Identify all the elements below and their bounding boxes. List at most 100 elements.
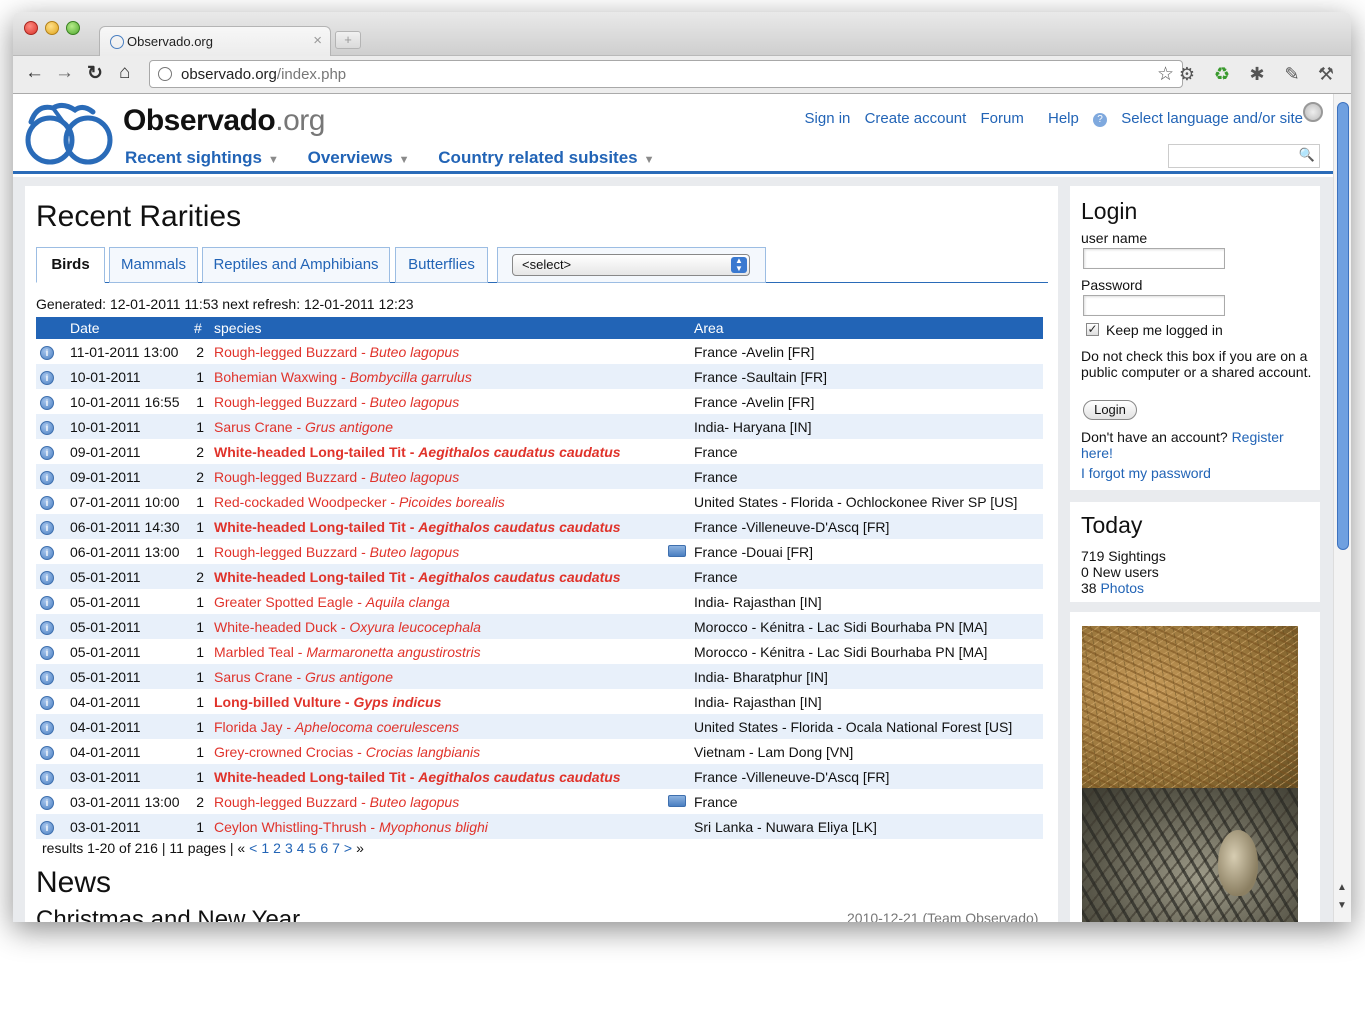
observado-logo-icon[interactable] [23, 100, 115, 166]
species-link[interactable]: Rough-legged Buzzard - Buteo lagopus [214, 394, 459, 410]
nav-country-subsites[interactable]: Country related subsites [438, 148, 637, 167]
header-species[interactable]: species [210, 317, 664, 339]
nav-recent-sightings[interactable]: Recent sightings [125, 148, 262, 167]
species-link[interactable]: Florida Jay - Aphelocoma coerulescens [214, 719, 459, 735]
search-icon[interactable]: 🔍 [1299, 147, 1315, 163]
login-button[interactable]: Login [1083, 400, 1137, 420]
help-link[interactable]: Help ? [1038, 110, 1108, 127]
table-row[interactable]: i 10-01-2011 1 Bohemian Waxwing - Bombycill… [36, 364, 1043, 389]
table-row[interactable]: i 11-01-2011 13:00 2 Rough-legged Buzzard -… [36, 339, 1043, 364]
species-link[interactable]: Marbled Teal - Marmaronetta angustirostr… [214, 644, 481, 660]
info-icon[interactable]: i [40, 671, 54, 685]
info-icon[interactable]: i [40, 721, 54, 735]
forward-icon[interactable]: → [55, 62, 74, 84]
scroll-down-icon[interactable]: ▼ [1337, 900, 1347, 911]
info-icon[interactable]: i [40, 471, 54, 485]
info-icon[interactable]: i [40, 821, 54, 835]
species-link[interactable]: White-headed Long-tailed Tit - Aegithalo… [214, 444, 621, 460]
browser-tab[interactable]: Observado.org × [99, 26, 331, 56]
info-icon[interactable]: i [40, 521, 54, 535]
home-icon[interactable]: ⌂ [119, 62, 130, 84]
camera-icon[interactable] [668, 544, 686, 557]
forgot-password-link[interactable]: I forgot my password [1081, 465, 1211, 481]
username-field[interactable] [1083, 248, 1225, 269]
photos-link[interactable]: Photos [1100, 580, 1144, 596]
forum-link[interactable]: Forum [980, 110, 1023, 127]
tab-reptiles-amphibians[interactable]: Reptiles and Amphibians [202, 247, 390, 283]
table-row[interactable]: i 05-01-2011 1 Greater Spotted Eagle - Aqui… [36, 589, 1043, 614]
species-link[interactable]: Bohemian Waxwing - Bombycilla garrulus [214, 369, 472, 385]
table-row[interactable]: i 09-01-2011 2 White-headed Long-tailed Tit… [36, 439, 1043, 464]
chevron-down-icon[interactable]: ▼ [399, 154, 410, 166]
table-row[interactable]: i 09-01-2011 2 Rough-legged Buzzard - Buteo… [36, 464, 1043, 489]
pager-link[interactable]: 4 [297, 840, 305, 856]
info-icon[interactable]: i [40, 696, 54, 710]
puzzle-extension-icon[interactable]: ✱ [1246, 63, 1268, 85]
species-link[interactable]: White-headed Long-tailed Tit - Aegithalo… [214, 519, 621, 535]
table-row[interactable]: i 06-01-2011 14:30 1 White-headed Long-tail… [36, 514, 1043, 539]
species-link[interactable]: Greater Spotted Eagle - Aquila clanga [214, 594, 450, 610]
site-brand[interactable]: Observado.org [123, 104, 325, 138]
gear-extension-icon[interactable]: ⚙ [1176, 63, 1198, 85]
pager-link[interactable]: 3 [285, 840, 293, 856]
info-icon[interactable]: i [40, 346, 54, 360]
table-row[interactable]: i 04-01-2011 1 Long-billed Vulture - Gyps i… [36, 689, 1043, 714]
info-icon[interactable]: i [40, 796, 54, 810]
header-count[interactable]: # [190, 317, 210, 339]
species-link[interactable]: White-headed Duck - Oxyura leucocephala [214, 619, 481, 635]
table-row[interactable]: i 07-01-2011 10:00 1 Red-cockaded Woodpecke… [36, 489, 1043, 514]
tab-butterflies[interactable]: Butterflies [395, 247, 488, 283]
minimize-window-button[interactable] [45, 21, 59, 35]
bookmark-star-icon[interactable]: ☆ [1157, 63, 1174, 86]
info-icon[interactable]: i [40, 746, 54, 760]
info-icon[interactable]: i [40, 596, 54, 610]
info-icon[interactable]: i [40, 396, 54, 410]
keep-logged-in-checkbox[interactable]: ✓ [1086, 323, 1099, 336]
pager-link[interactable]: » [356, 840, 364, 856]
green-extension-icon[interactable]: ♻ [1211, 63, 1233, 85]
table-row[interactable]: i 04-01-2011 1 Florida Jay - Aphelocoma coe… [36, 714, 1043, 739]
photo-thumbnail[interactable] [1082, 788, 1298, 922]
table-row[interactable]: i 03-01-2011 13:00 2 Rough-legged Buzzard -… [36, 789, 1043, 814]
table-row[interactable]: i 03-01-2011 1 White-headed Long-tailed Tit… [36, 764, 1043, 789]
reload-icon[interactable]: ↻ [87, 62, 103, 85]
species-link[interactable]: Rough-legged Buzzard - Buteo lagopus [214, 544, 459, 560]
pager-link[interactable]: > [344, 840, 352, 856]
site-search-input[interactable]: 🔍 [1168, 144, 1320, 168]
page-menu-icon[interactable]: ✎ [1281, 63, 1303, 85]
globe-icon[interactable] [1303, 102, 1323, 122]
wrench-icon[interactable]: ⚒ [1315, 63, 1337, 85]
group-select[interactable]: <select> ▲ ▼ [512, 254, 750, 276]
tab-birds[interactable]: Birds [36, 247, 105, 283]
species-link[interactable]: Rough-legged Buzzard - Buteo lagopus [214, 469, 459, 485]
photo-thumbnail[interactable] [1082, 626, 1298, 788]
header-area[interactable]: Area [690, 317, 1043, 339]
info-icon[interactable]: i [40, 621, 54, 635]
scroll-up-icon[interactable]: ▲ [1337, 882, 1347, 893]
address-bar[interactable]: observado.org/index.php ☆ [149, 60, 1183, 88]
species-link[interactable]: Rough-legged Buzzard - Buteo lagopus [214, 794, 459, 810]
species-link[interactable]: Sarus Crane - Grus antigone [214, 669, 393, 685]
header-date[interactable]: Date [66, 317, 190, 339]
pager-link[interactable]: 1 [261, 840, 269, 856]
table-row[interactable]: i 05-01-2011 1 Marbled Teal - Marmaronetta … [36, 639, 1043, 664]
info-icon[interactable]: i [40, 571, 54, 585]
sign-in-link[interactable]: Sign in [805, 110, 851, 127]
select-language-link[interactable]: Select language and/or site [1121, 110, 1303, 127]
species-link[interactable]: Sarus Crane - Grus antigone [214, 419, 393, 435]
species-link[interactable]: White-headed Long-tailed Tit - Aegithalo… [214, 769, 621, 785]
tab-mammals[interactable]: Mammals [109, 247, 198, 283]
pager-link[interactable]: « [237, 840, 245, 856]
create-account-link[interactable]: Create account [865, 110, 967, 127]
table-row[interactable]: i 05-01-2011 1 Sarus Crane - Grus antigone I… [36, 664, 1043, 689]
pager-link[interactable]: 5 [309, 840, 317, 856]
page-info-icon[interactable] [158, 67, 172, 81]
table-row[interactable]: i 03-01-2011 1 Ceylon Whistling-Thrush - My… [36, 814, 1043, 839]
table-row[interactable]: i 05-01-2011 1 White-headed Duck - Oxyura l… [36, 614, 1043, 639]
species-link[interactable]: Rough-legged Buzzard - Buteo lagopus [214, 344, 459, 360]
password-field[interactable] [1083, 295, 1225, 316]
species-link[interactable]: White-headed Long-tailed Tit - Aegithalo… [214, 569, 621, 585]
info-icon[interactable]: i [40, 771, 54, 785]
table-row[interactable]: i 06-01-2011 13:00 1 Rough-legged Buzzard -… [36, 539, 1043, 564]
chevron-down-icon[interactable]: ▼ [644, 154, 655, 166]
